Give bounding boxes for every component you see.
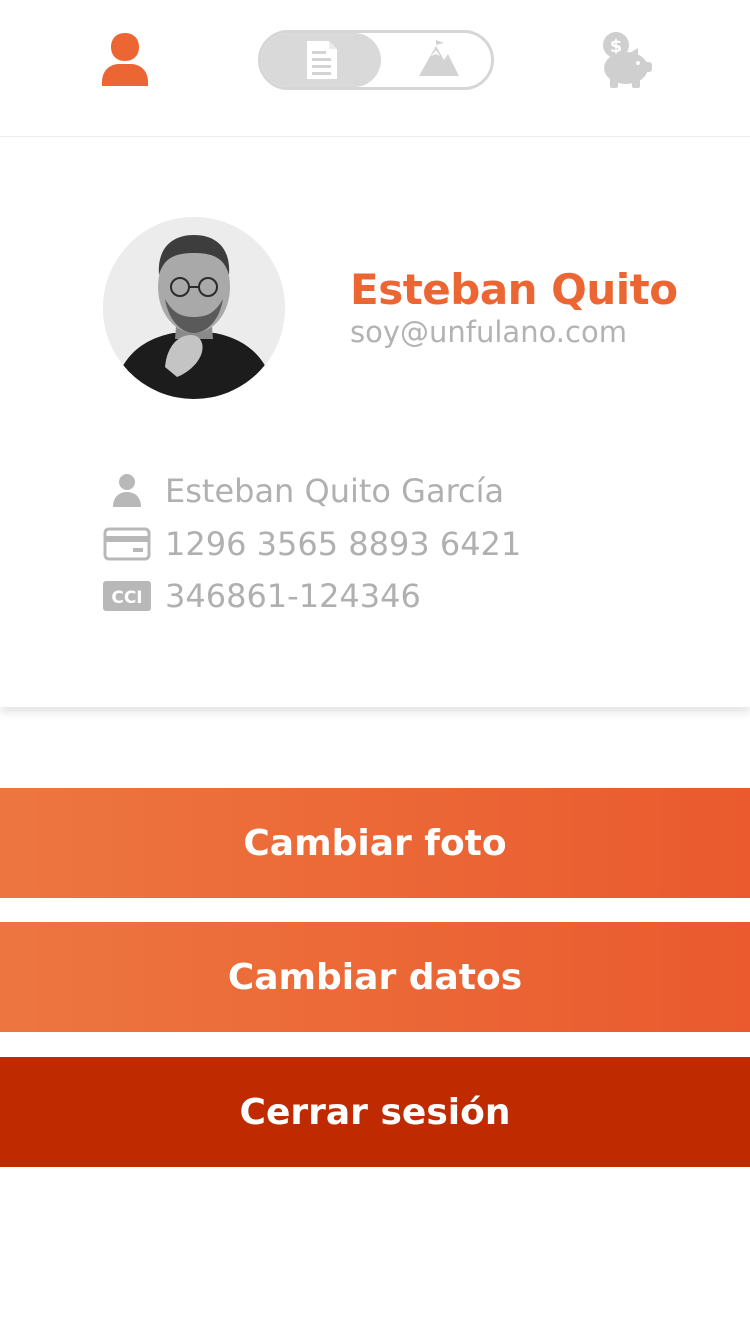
view-toggle — [258, 30, 494, 90]
full-name-row: Esteban Quito García — [103, 471, 504, 511]
mountain-icon — [418, 40, 459, 76]
cci-row: CCI 346861-124346 — [103, 576, 421, 616]
nav-profile-button[interactable] — [98, 30, 152, 90]
profile-name: Esteban Quito — [350, 265, 678, 314]
cci-badge-icon: CCI — [103, 577, 151, 615]
logout-button[interactable]: Cerrar sesión — [0, 1057, 750, 1167]
view-toggle-documents[interactable] — [261, 33, 381, 87]
credit-card-icon — [103, 525, 151, 563]
change-data-button[interactable]: Cambiar datos — [0, 922, 750, 1032]
card-number-row: 1296 3565 8893 6421 — [103, 524, 521, 564]
user-icon — [102, 33, 148, 86]
profile-screen: $ Esteban Quito soy@unfulano.com Esteban… — [0, 0, 750, 1334]
avatar — [103, 217, 285, 399]
view-toggle-goals[interactable] — [381, 33, 491, 87]
piggy-bank-icon: $ — [603, 32, 652, 88]
card-number-text: 1296 3565 8893 6421 — [165, 525, 522, 563]
profile-email: soy@unfulano.com — [350, 315, 627, 349]
avatar-photo — [103, 217, 285, 399]
top-navigation: $ — [0, 0, 750, 134]
profile-card: Esteban Quito soy@unfulano.com Esteban Q… — [0, 136, 750, 707]
change-photo-button[interactable]: Cambiar foto — [0, 788, 750, 898]
full-name-text: Esteban Quito García — [165, 472, 505, 510]
nav-savings-button[interactable]: $ — [598, 30, 654, 90]
cci-label: CCI — [111, 588, 142, 608]
document-icon — [307, 41, 337, 79]
person-icon — [103, 472, 151, 510]
cci-number-text: 346861-124346 — [165, 577, 421, 615]
